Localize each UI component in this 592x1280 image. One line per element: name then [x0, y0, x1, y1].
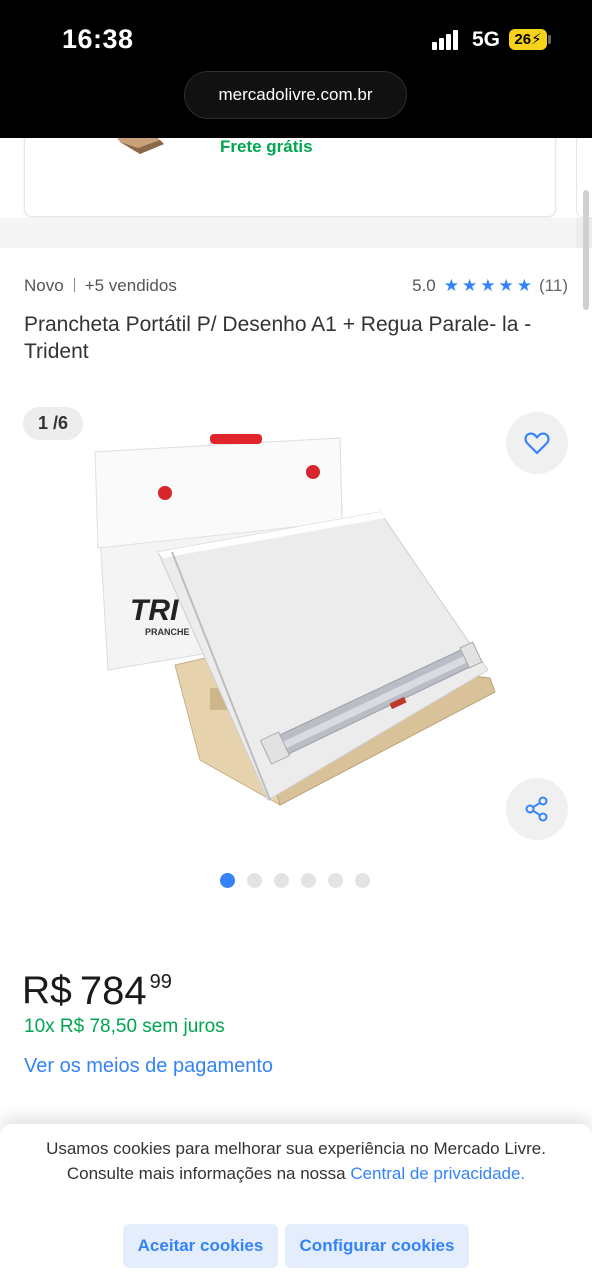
divider: [73, 278, 75, 292]
status-time: 16:38: [62, 24, 134, 54]
share-button[interactable]: [506, 778, 568, 840]
gallery-dot[interactable]: [328, 873, 343, 888]
heart-icon: [524, 432, 550, 455]
cookie-message: Usamos cookies para melhorar sua experiê…: [40, 1136, 552, 1186]
star-icon: ★: [498, 276, 514, 295]
scrollbar[interactable]: [583, 190, 589, 310]
star-icon: ★: [462, 276, 478, 295]
accept-cookies-button[interactable]: Aceitar cookies: [123, 1224, 278, 1268]
battery-nub: [548, 35, 551, 44]
section-divider-light: [0, 218, 576, 248]
star-icon: ★: [443, 276, 460, 295]
cookie-banner: Usamos cookies para melhorar sua experiê…: [0, 1124, 592, 1280]
privacy-center-link[interactable]: Central de privacidade.: [350, 1164, 525, 1183]
free-shipping-label: Frete grátis: [220, 137, 313, 156]
condition-label: Novo: [24, 276, 64, 295]
favorite-button[interactable]: [506, 412, 568, 474]
battery-icon: 26⚡: [509, 29, 547, 50]
gallery-dot[interactable]: [247, 873, 262, 888]
rating-value: 5.0: [412, 276, 436, 295]
share-icon: [525, 796, 548, 822]
url-text: mercadolivre.com.br: [218, 85, 373, 104]
star-icon: ★: [516, 276, 533, 295]
product-title: Prancheta Portátil P/ Desenho A1 + Regua…: [24, 313, 532, 363]
product-condition: Novo +5 vendidos: [24, 276, 177, 296]
payment-methods-link[interactable]: Ver os meios de pagamento: [24, 1055, 273, 1078]
network-label: 5G: [472, 28, 501, 51]
product-rating[interactable]: 5.0 ★ ★ ★ ★ ★ (11): [412, 276, 568, 296]
rating-stars: ★ ★ ★ ★ ★: [444, 276, 535, 296]
signal-icon: [432, 30, 460, 50]
gallery-pagination: [220, 873, 382, 888]
price-currency: R$: [22, 969, 72, 1012]
installments-info: 10x R$ 78,50 sem juros: [24, 1016, 225, 1037]
star-icon: ★: [480, 276, 496, 295]
case-sub-text: PRANCHE: [145, 627, 190, 637]
gallery-dot[interactable]: [355, 873, 370, 888]
configure-cookies-button[interactable]: Configurar cookies: [285, 1224, 469, 1268]
gallery-dot[interactable]: [220, 873, 235, 888]
battery-level: 26: [514, 31, 532, 48]
url-bar[interactable]: mercadolivre.com.br: [184, 71, 407, 119]
gallery-dot[interactable]: [274, 873, 289, 888]
review-count: (11): [539, 276, 568, 295]
sold-count: +5 vendidos: [84, 276, 177, 295]
price-cents: 99: [149, 971, 172, 993]
gallery-counter: 1 /6: [23, 407, 83, 440]
status-bar: 16:38 5G 26⚡ mercadolivre.com.br: [0, 0, 592, 138]
product-image[interactable]: TRI PRANCHE: [90, 430, 500, 825]
case-brand-text: TRI: [130, 594, 179, 627]
product-price: R$ 784 99: [22, 965, 172, 1017]
gallery-dot[interactable]: [301, 873, 316, 888]
price-integer: 784: [79, 969, 147, 1013]
